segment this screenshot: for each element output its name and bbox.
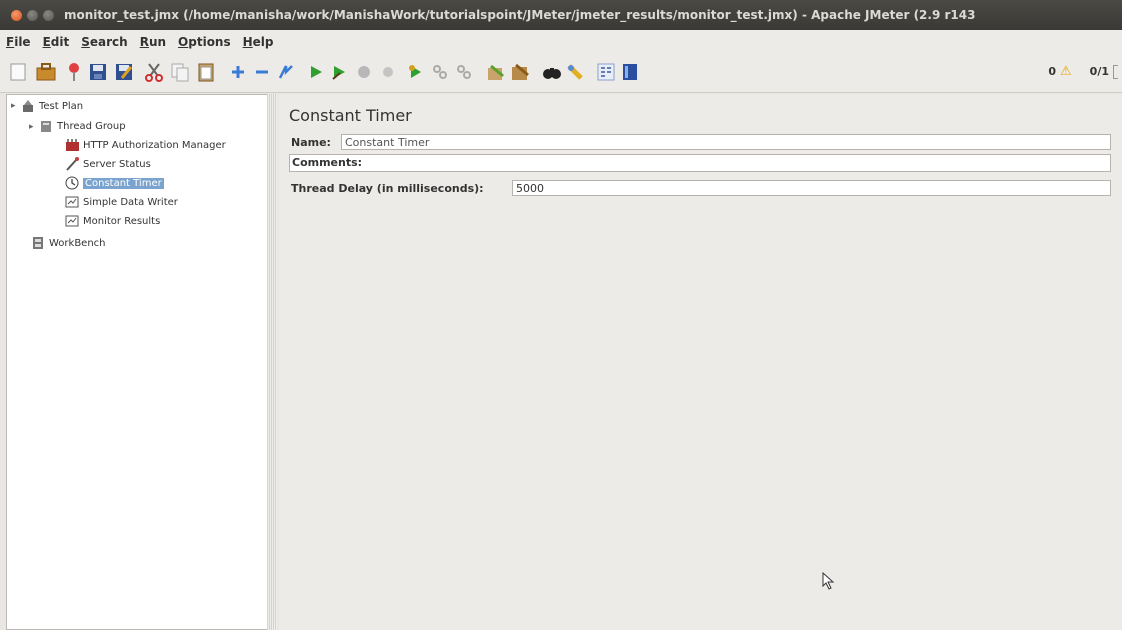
function-helper-icon[interactable] (594, 59, 618, 85)
save-as-icon[interactable] (112, 59, 136, 85)
shutdown-icon[interactable] (376, 59, 400, 85)
window-title: monitor_test.jmx (/home/manisha/work/Man… (64, 8, 976, 22)
constant-timer-panel: Constant Timer Name: Comments: Thread De… (279, 94, 1122, 630)
mouse-pointer-icon (822, 571, 836, 590)
toggle-icon[interactable] (274, 59, 298, 85)
save-icon[interactable] (86, 59, 110, 85)
tree-node-workbench[interactable]: WorkBench (31, 234, 106, 252)
workbench-icon (31, 236, 45, 250)
test-plan-tree: ▸ Test Plan ▸ Thread Group HTTP Authoriz… (6, 94, 268, 630)
tree-node-server-status[interactable]: Server Status (65, 155, 151, 173)
tree-node-monitor-results[interactable]: Monitor Results (65, 212, 160, 230)
expand-handle-icon[interactable]: ▸ (29, 122, 34, 132)
test-plan-icon (21, 99, 35, 113)
open-icon[interactable] (62, 59, 86, 85)
timer-icon (65, 176, 79, 190)
start-icon[interactable] (304, 59, 328, 85)
menu-search[interactable]: Search (81, 35, 127, 49)
remote-stop-icon[interactable] (428, 59, 452, 85)
clear-all-icon[interactable] (508, 59, 532, 85)
search-icon[interactable] (540, 59, 564, 85)
menu-edit[interactable]: Edit (43, 35, 70, 49)
remote-start-icon[interactable] (404, 59, 428, 85)
menu-file[interactable]: File (6, 35, 31, 49)
thread-indicator-box (1113, 64, 1118, 79)
listener-icon (65, 214, 79, 228)
name-field[interactable] (341, 134, 1111, 150)
thread-group-icon (39, 119, 53, 133)
active-threads-count: 0/1 (1089, 65, 1109, 78)
toolbar: 0 ⚠ 0/1 (0, 54, 1122, 93)
warning-icon[interactable]: ⚠ (1060, 64, 1072, 79)
new-icon[interactable] (6, 59, 30, 85)
tree-node-http-authorization-manager[interactable]: HTTP Authorization Manager (65, 136, 226, 154)
menu-bar: File Edit Search Run Options Help (0, 30, 1122, 54)
paste-icon[interactable] (194, 59, 218, 85)
menu-run[interactable]: Run (140, 35, 166, 49)
stop-icon[interactable] (352, 59, 376, 85)
title-bar: monitor_test.jmx (/home/manisha/work/Man… (0, 0, 1122, 30)
listener-icon (65, 195, 79, 209)
help-icon[interactable] (618, 59, 642, 85)
remote-shutdown-icon[interactable] (452, 59, 476, 85)
templates-icon[interactable] (34, 59, 58, 85)
close-window-button[interactable] (11, 9, 22, 21)
minimize-window-button[interactable] (27, 9, 38, 21)
expand-icon[interactable] (226, 59, 250, 85)
collapse-icon[interactable] (250, 59, 274, 85)
tree-node-test-plan[interactable]: Test Plan (21, 97, 83, 115)
status-indicators: 0 ⚠ 0/1 (1048, 64, 1118, 79)
tree-node-simple-data-writer[interactable]: Simple Data Writer (65, 193, 178, 211)
clear-icon[interactable] (484, 59, 508, 85)
comments-field[interactable]: Comments: (289, 154, 1111, 172)
menu-options[interactable]: Options (178, 35, 231, 49)
page-title: Constant Timer (289, 106, 412, 125)
warning-count: 0 (1048, 65, 1057, 78)
split-pane-divider[interactable] (267, 94, 277, 630)
cut-icon[interactable] (142, 59, 166, 85)
thread-delay-field[interactable] (512, 180, 1111, 196)
sampler-icon (65, 157, 79, 171)
tree-node-constant-timer[interactable]: Constant Timer (65, 174, 164, 192)
copy-icon[interactable] (168, 59, 192, 85)
thread-delay-label: Thread Delay (in milliseconds): (291, 182, 484, 195)
menu-help[interactable]: Help (243, 35, 274, 49)
name-label: Name: (291, 136, 331, 149)
reset-search-icon[interactable] (564, 59, 588, 85)
auth-manager-icon (65, 138, 79, 152)
comments-label: Comments: (292, 156, 363, 169)
maximize-window-button[interactable] (43, 9, 54, 21)
start-no-pause-icon[interactable] (328, 59, 352, 85)
expand-handle-icon[interactable]: ▸ (11, 101, 16, 111)
tree-node-thread-group[interactable]: Thread Group (39, 117, 126, 135)
